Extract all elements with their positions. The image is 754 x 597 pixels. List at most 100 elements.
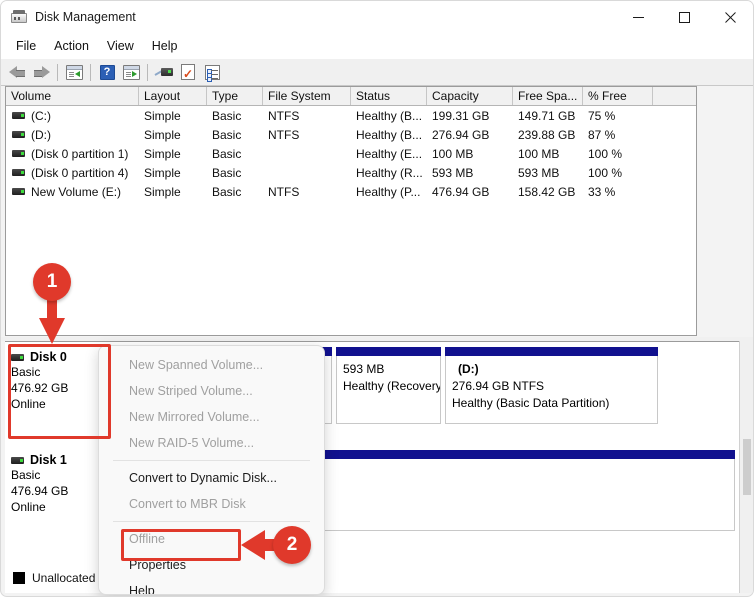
close-button[interactable] <box>707 1 753 33</box>
cell-capacity: 199.31 GB <box>432 108 490 123</box>
volume-icon <box>12 112 25 119</box>
disk-1-info-panel[interactable]: Disk 1 Basic 476.94 GB Online <box>5 447 110 539</box>
legend-label: Unallocated <box>32 571 96 585</box>
menu-item-new-raid5-volume[interactable]: New RAID-5 Volume... <box>99 430 324 456</box>
cell-status: Healthy (B... <box>356 108 423 123</box>
properties-icon[interactable]: ✓ <box>176 61 200 83</box>
cell-percent-free: 87 % <box>588 127 616 142</box>
cell-volume: New Volume (E:) <box>31 184 122 199</box>
annotation-badge-2: 2 <box>273 526 311 564</box>
cell-free-space: 149.71 GB <box>518 108 576 123</box>
legend-swatch-icon <box>13 572 25 584</box>
menu-item-convert-to-mbr-disk[interactable]: Convert to MBR Disk <box>99 491 324 517</box>
cell-type: Basic <box>212 184 242 199</box>
column-header-percent-free[interactable]: % Free <box>583 87 653 105</box>
column-header-status[interactable]: Status <box>351 87 427 105</box>
cell-percent-free: 100 % <box>588 146 623 161</box>
volume-list-pane[interactable]: Volume Layout Type File System Status Ca… <box>5 86 697 336</box>
cell-capacity: 100 MB <box>432 146 474 161</box>
toolbar-separator <box>147 63 148 81</box>
disk-1-type: Basic <box>11 468 41 482</box>
column-header-file-system[interactable]: File System <box>263 87 351 105</box>
all-tasks-icon[interactable] <box>200 61 224 83</box>
cell-status: Healthy (E... <box>356 146 423 161</box>
cell-volume: (C:) <box>31 108 51 123</box>
cell-percent-free: 100 % <box>588 165 623 180</box>
table-row[interactable]: (Disk 0 partition 1) Simple Basic Health… <box>6 144 696 163</box>
title-bar: Disk Management <box>1 1 753 33</box>
volume-icon <box>12 131 25 138</box>
forward-icon[interactable] <box>29 61 53 83</box>
disk-management-window: Disk Management File Action View Help ? … <box>0 0 754 597</box>
minimize-button[interactable] <box>615 1 661 33</box>
cell-percent-free: 33 % <box>588 184 616 199</box>
partition-box: 593 MB Healthy (Recovery <box>336 356 441 424</box>
toolbar: ? ✓ <box>1 59 753 86</box>
help-icon[interactable]: ? <box>95 61 119 83</box>
cell-layout: Simple <box>144 127 181 142</box>
menu-item-new-mirrored-volume[interactable]: New Mirrored Volume... <box>99 404 324 430</box>
scrollbar-thumb[interactable] <box>743 439 751 495</box>
rescan-disks-icon[interactable] <box>152 61 176 83</box>
column-header-free-space[interactable]: Free Spa... <box>513 87 583 105</box>
partition[interactable]: (D:) 276.94 GB NTFS Healthy (Basic Data … <box>445 347 658 440</box>
toolbar-separator <box>57 63 58 81</box>
annotation-arrow-1 <box>39 298 65 344</box>
cell-capacity: 476.94 GB <box>432 184 490 199</box>
volume-icon <box>12 150 25 157</box>
cell-type: Basic <box>212 108 242 123</box>
partition-line3: Healthy (Basic Data Partition) <box>452 396 610 410</box>
cell-file-system: NTFS <box>268 184 300 199</box>
menu-action[interactable]: Action <box>45 36 98 56</box>
volume-icon <box>12 169 25 176</box>
table-row[interactable]: (Disk 0 partition 4) Simple Basic Health… <box>6 163 696 182</box>
disk-drive-icon <box>11 9 27 25</box>
partition-bar <box>445 347 658 356</box>
menu-bar: File Action View Help <box>1 33 753 59</box>
cell-type: Basic <box>212 165 242 180</box>
partition-title: (D:) <box>458 362 479 376</box>
partition-bar <box>336 347 441 356</box>
menu-file[interactable]: File <box>7 36 45 56</box>
cell-file-system: NTFS <box>268 127 300 142</box>
cell-volume: (Disk 0 partition 1) <box>31 146 129 161</box>
partition-line3: Healthy (Recovery <box>343 379 441 393</box>
disk-pane-scrollbar[interactable] <box>739 341 753 593</box>
table-row[interactable]: New Volume (E:) Simple Basic NTFS Health… <box>6 182 696 201</box>
column-header-type[interactable]: Type <box>207 87 263 105</box>
cell-volume: (Disk 0 partition 4) <box>31 165 129 180</box>
column-header-layout[interactable]: Layout <box>139 87 207 105</box>
cell-volume: (D:) <box>31 127 51 142</box>
menu-item-help[interactable]: Help <box>99 578 324 594</box>
table-row[interactable]: (C:) Simple Basic NTFS Healthy (B... 199… <box>6 106 696 125</box>
window-title: Disk Management <box>35 10 136 24</box>
partition[interactable]: 593 MB Healthy (Recovery <box>336 347 441 440</box>
menu-help[interactable]: Help <box>143 36 187 56</box>
cell-capacity: 276.94 GB <box>432 127 490 142</box>
menu-item-new-striped-volume[interactable]: New Striped Volume... <box>99 378 324 404</box>
menu-item-convert-to-dynamic-disk[interactable]: Convert to Dynamic Disk... <box>99 465 324 491</box>
maximize-button[interactable] <box>661 1 707 33</box>
table-row[interactable]: (D:) Simple Basic NTFS Healthy (B... 276… <box>6 125 696 144</box>
cell-free-space: 593 MB <box>518 165 560 180</box>
cell-file-system: NTFS <box>268 108 300 123</box>
volume-icon <box>12 188 25 195</box>
menu-item-new-spanned-volume[interactable]: New Spanned Volume... <box>99 352 324 378</box>
disk-1-size: 476.94 GB <box>11 484 69 498</box>
cell-percent-free: 75 % <box>588 108 616 123</box>
cell-free-space: 158.42 GB <box>518 184 576 199</box>
menu-separator <box>113 460 310 461</box>
cell-layout: Simple <box>144 184 181 199</box>
back-icon[interactable] <box>5 61 29 83</box>
menu-separator <box>113 521 310 522</box>
show-hide-console-tree-icon[interactable] <box>62 61 86 83</box>
annotation-box-properties <box>121 529 241 561</box>
show-hide-action-pane-icon[interactable] <box>119 61 143 83</box>
disk-1-title-line: Disk 1 <box>11 453 109 467</box>
partition-line2: 593 MB <box>343 362 385 376</box>
column-header-volume[interactable]: Volume <box>6 87 139 105</box>
menu-view[interactable]: View <box>98 36 143 56</box>
cell-free-space: 239.88 GB <box>518 127 576 142</box>
column-header-capacity[interactable]: Capacity <box>427 87 513 105</box>
toolbar-separator <box>90 63 91 81</box>
